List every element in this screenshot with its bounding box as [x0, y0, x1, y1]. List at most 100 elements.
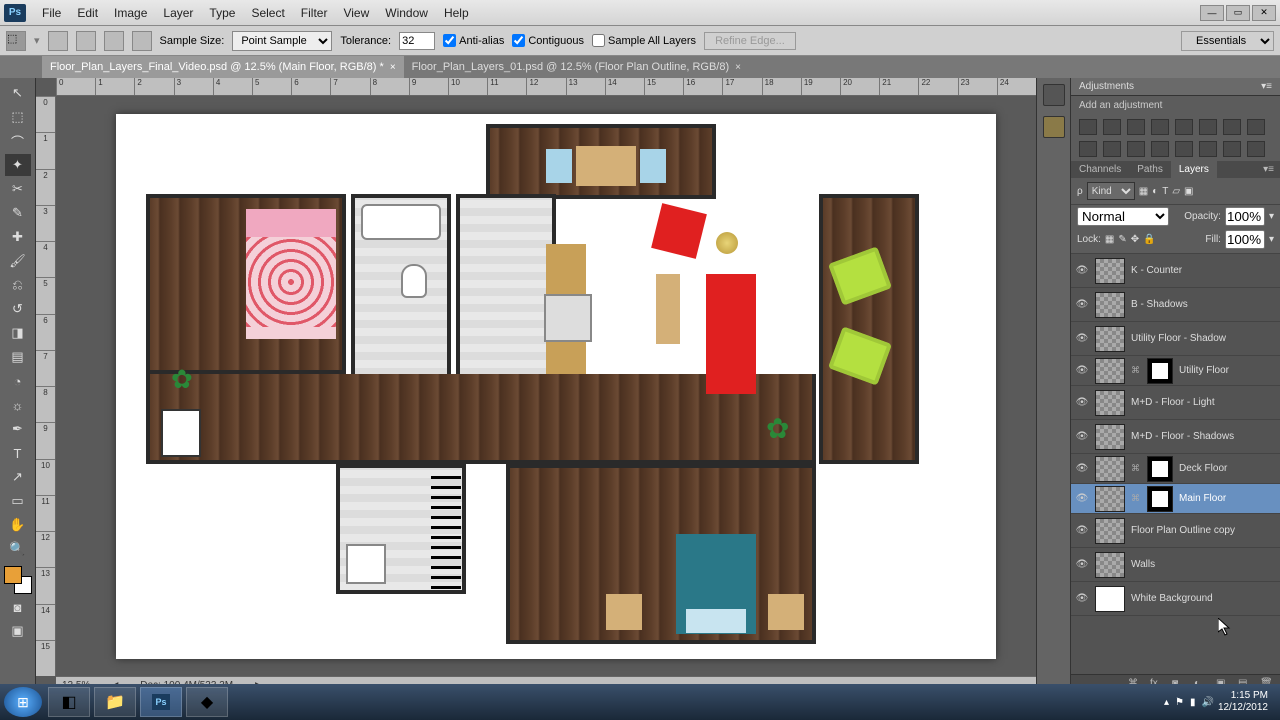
menu-file[interactable]: File	[34, 2, 69, 24]
curves-icon[interactable]	[1127, 119, 1145, 135]
visibility-icon[interactable]: 👁	[1075, 332, 1089, 346]
workspace-select[interactable]: Essentials	[1181, 31, 1274, 51]
canvas-viewport[interactable]: ✿ ✿	[56, 96, 1036, 676]
layer-row[interactable]: 👁M+D - Floor - Shadows	[1071, 420, 1280, 454]
filter-smart-icon[interactable]: ▣	[1184, 186, 1193, 197]
mask-thumb[interactable]	[1147, 358, 1173, 384]
filter-pixel-icon[interactable]: ▦	[1139, 186, 1148, 197]
mask-thumb[interactable]	[1147, 456, 1173, 482]
taskbar-folder-icon[interactable]: 📁	[94, 687, 136, 717]
visibility-icon[interactable]: 👁	[1075, 264, 1089, 278]
menu-type[interactable]: Type	[201, 2, 243, 24]
type-tool-icon[interactable]: T	[5, 442, 31, 464]
tolerance-input[interactable]	[399, 32, 435, 50]
zoom-tool-icon[interactable]: 🔍	[5, 538, 31, 560]
layer-row[interactable]: 👁Walls	[1071, 548, 1280, 582]
minimize-button[interactable]: —	[1200, 5, 1224, 21]
paths-tab[interactable]: Paths	[1129, 161, 1171, 178]
layer-thumb[interactable]	[1095, 552, 1125, 578]
layer-thumb[interactable]	[1095, 326, 1125, 352]
maximize-button[interactable]: ▭	[1226, 5, 1250, 21]
sample-all-check[interactable]: Sample All Layers	[592, 34, 696, 47]
layer-thumb[interactable]	[1095, 292, 1125, 318]
fill-input[interactable]	[1225, 230, 1265, 249]
visibility-icon[interactable]: 👁	[1075, 298, 1089, 312]
lock-position-icon[interactable]: ✥	[1131, 234, 1139, 245]
document-tab-1[interactable]: Floor_Plan_Layers_Final_Video.psd @ 12.5…	[42, 56, 404, 78]
layer-row[interactable]: 👁⌘Deck Floor	[1071, 454, 1280, 484]
history-brush-tool-icon[interactable]: ↺	[5, 298, 31, 320]
vibrance-icon[interactable]	[1175, 119, 1193, 135]
layers-tab[interactable]: Layers	[1171, 161, 1217, 178]
quickmask-icon[interactable]: ◙	[5, 596, 31, 618]
layer-thumb[interactable]	[1095, 358, 1125, 384]
stamp-tool-icon[interactable]: ⎌	[5, 274, 31, 296]
blend-mode-select[interactable]: Normal	[1077, 207, 1169, 226]
hue-icon[interactable]	[1199, 119, 1217, 135]
tray-sound-icon[interactable]: 🔊	[1201, 697, 1213, 708]
opacity-input[interactable]	[1225, 207, 1265, 226]
layer-row[interactable]: 👁⌘Utility Floor	[1071, 356, 1280, 386]
layer-row[interactable]: 👁⌘Main Floor	[1071, 484, 1280, 514]
menu-help[interactable]: Help	[436, 2, 477, 24]
layer-row[interactable]: 👁White Background	[1071, 582, 1280, 616]
lock-pixels-icon[interactable]: ✎	[1118, 234, 1126, 245]
channels-tab[interactable]: Channels	[1071, 161, 1129, 178]
visibility-icon[interactable]: 👁	[1075, 558, 1089, 572]
refine-edge-button[interactable]: Refine Edge...	[704, 32, 796, 50]
crop-tool-icon[interactable]: ✂	[5, 178, 31, 200]
channelmixer-icon[interactable]	[1103, 141, 1121, 157]
bw-icon[interactable]	[1247, 119, 1265, 135]
brush-tool-icon[interactable]: 🖌	[5, 250, 31, 272]
pen-tool-icon[interactable]: ✒	[5, 418, 31, 440]
layers-list[interactable]: 👁K - Counter👁B - Shadows👁Utility Floor -…	[1071, 254, 1280, 674]
threshold-icon[interactable]	[1199, 141, 1217, 157]
anti-alias-check[interactable]: Anti-alias	[443, 34, 504, 47]
menu-edit[interactable]: Edit	[69, 2, 106, 24]
document-tab-2[interactable]: Floor_Plan_Layers_01.psd @ 12.5% (Floor …	[404, 56, 749, 78]
taskbar-explorer-icon[interactable]: ◧	[48, 687, 90, 717]
blur-tool-icon[interactable]: ◔	[5, 370, 31, 392]
layer-thumb[interactable]	[1095, 390, 1125, 416]
close-button[interactable]: ✕	[1252, 5, 1276, 21]
menu-window[interactable]: Window	[377, 2, 436, 24]
visibility-icon[interactable]: 👁	[1075, 524, 1089, 538]
path-tool-icon[interactable]: ↗	[5, 466, 31, 488]
tool-preset-icon[interactable]: ⬚	[6, 31, 26, 51]
tray-flag-icon[interactable]: ⚑	[1175, 697, 1184, 708]
layer-thumb[interactable]	[1095, 456, 1125, 482]
clock[interactable]: 1:15 PM 12/12/2012	[1218, 690, 1268, 714]
layer-row[interactable]: 👁Utility Floor - Shadow	[1071, 322, 1280, 356]
start-button[interactable]: ⊞	[4, 687, 42, 717]
menu-image[interactable]: Image	[106, 2, 155, 24]
tray-network-icon[interactable]: ▮	[1190, 697, 1196, 708]
close-icon[interactable]: ×	[390, 62, 396, 73]
invert-icon[interactable]	[1151, 141, 1169, 157]
layer-row[interactable]: 👁K - Counter	[1071, 254, 1280, 288]
move-tool-icon[interactable]: ↖	[5, 82, 31, 104]
layer-thumb[interactable]	[1095, 258, 1125, 284]
filter-shape-icon[interactable]: ▱	[1172, 186, 1180, 197]
lasso-tool-icon[interactable]: ⌒	[5, 130, 31, 152]
visibility-icon[interactable]: 👁	[1075, 430, 1089, 444]
layer-row[interactable]: 👁Floor Plan Outline copy	[1071, 514, 1280, 548]
eyedropper-tool-icon[interactable]: ✎	[5, 202, 31, 224]
mask-thumb[interactable]	[1147, 486, 1173, 512]
magic-wand-tool-icon[interactable]: ✦	[5, 154, 31, 176]
eraser-tool-icon[interactable]: ◨	[5, 322, 31, 344]
colorbalance-icon[interactable]	[1223, 119, 1241, 135]
layer-filter-select[interactable]: Kind	[1087, 182, 1135, 200]
color-swatches[interactable]	[4, 566, 32, 594]
subtract-selection-icon[interactable]	[104, 31, 124, 51]
dodge-tool-icon[interactable]: ☼	[5, 394, 31, 416]
lock-all-icon[interactable]: 🔒	[1143, 234, 1155, 245]
selectivecolor-icon[interactable]	[1247, 141, 1265, 157]
hand-tool-icon[interactable]: ✋	[5, 514, 31, 536]
filter-adj-icon[interactable]: ◐	[1152, 186, 1158, 197]
lock-trans-icon[interactable]: ▦	[1105, 234, 1114, 245]
visibility-icon[interactable]: 👁	[1075, 364, 1089, 378]
brightness-icon[interactable]	[1079, 119, 1097, 135]
close-icon[interactable]: ×	[735, 62, 741, 73]
menu-filter[interactable]: Filter	[293, 2, 336, 24]
adjustments-header[interactable]: Adjustments▾≡	[1071, 78, 1280, 96]
